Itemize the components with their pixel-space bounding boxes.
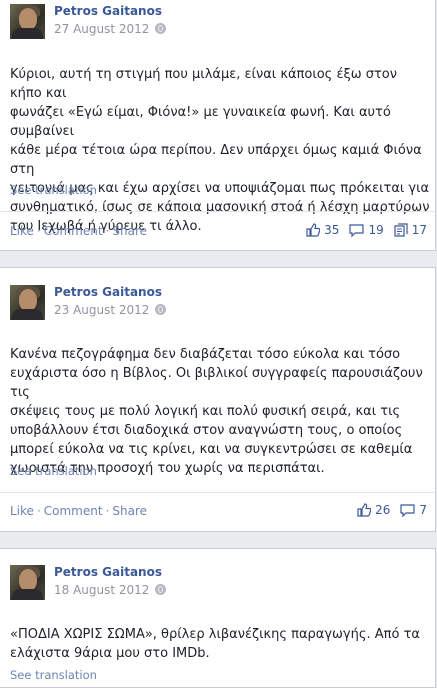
see-translation-link[interactable]: See translation: [10, 464, 97, 478]
divider: [0, 492, 436, 493]
share-icon: [394, 223, 408, 237]
divider: [0, 211, 436, 212]
share-count-value: 17: [411, 223, 427, 237]
comment-link[interactable]: Comment: [44, 504, 103, 518]
post-body-line: ευχάριστα όσο η Βίβλος. Οι βιβλικοί συγγ…: [10, 366, 423, 400]
post-body-line: Κανένα πεζογράφημα δεν διαβάζεται τόσο ε…: [10, 347, 401, 362]
post-actions: Like · Comment · Share: [10, 504, 148, 518]
author-name[interactable]: Petros Gaitanos: [54, 565, 162, 579]
see-translation-link[interactable]: See translation: [10, 668, 97, 682]
like-count-value: 35: [324, 223, 340, 237]
post-date-text[interactable]: 18 August 2012: [54, 583, 149, 597]
post-body-line: συνθηματικό, ίσως σε κάποια μασονική στο…: [10, 200, 430, 215]
comment-bubble-icon: [349, 223, 365, 237]
post-body-line: «ΠΟΔΙΑ ΧΩΡΙΣ ΣΩΜΑ», θρίλερ λιβανέζικης π…: [10, 627, 420, 642]
globe-icon[interactable]: [155, 304, 167, 315]
post-date[interactable]: 27 August 2012: [54, 22, 167, 36]
thumbs-up-icon: [357, 503, 372, 517]
comment-count-value: 19: [368, 223, 384, 237]
share-count[interactable]: 17: [394, 223, 427, 237]
post-card: Petros Gaitanos 23 August 2012 Κανένα πε…: [0, 267, 436, 532]
post-body-line: φωνάζει «Εγώ είμαι, Φιόνα!» με γυναικεία…: [10, 105, 391, 139]
post-actions: Like · Comment · Share: [10, 224, 148, 238]
post-card: Petros Gaitanos 27 August 2012 Κύριοι, α…: [0, 0, 436, 251]
post-body-line: σκέψεις τους με πολύ λογική και πολύ φυσ…: [10, 404, 401, 419]
author-name[interactable]: Petros Gaitanos: [54, 4, 162, 18]
post-stats: 26 7: [347, 503, 427, 517]
post-stats: 35 19 17: [296, 223, 427, 237]
post-date[interactable]: 23 August 2012: [54, 303, 167, 317]
like-count[interactable]: 35: [306, 223, 339, 237]
post-body-line: κάθε μέρα τέτοια ώρα περίπου. Δεν υπάρχε…: [10, 143, 422, 177]
thumbs-up-icon: [306, 223, 321, 237]
post-body: Κανένα πεζογράφημα δεν διαβάζεται τόσο ε…: [10, 345, 430, 478]
comment-link[interactable]: Comment: [44, 224, 103, 238]
post-body-line: μπορεί εύκολα να τις κρίνει, και να συγκ…: [10, 442, 413, 457]
see-translation-link[interactable]: See translation: [10, 183, 97, 197]
globe-icon[interactable]: [155, 23, 167, 34]
comment-count[interactable]: 19: [349, 223, 384, 237]
post-body-line: Κύριοι, αυτή τη στιγμή που μιλάμε, είναι…: [10, 67, 398, 101]
post-body-line: υποβάλλουν έτσι διαδοχικά στον αναγνώστη…: [10, 423, 403, 438]
post-date-text[interactable]: 23 August 2012: [54, 303, 149, 317]
like-link[interactable]: Like: [10, 504, 34, 518]
like-count-value: 26: [375, 503, 391, 517]
post-body: «ΠΟΔΙΑ ΧΩΡΙΣ ΣΩΜΑ», θρίλερ λιβανέζικης π…: [10, 625, 430, 663]
post-date-text[interactable]: 27 August 2012: [54, 22, 149, 36]
avatar[interactable]: [10, 285, 45, 320]
share-link[interactable]: Share: [112, 224, 147, 238]
like-count[interactable]: 26: [357, 503, 390, 517]
avatar[interactable]: [10, 565, 45, 600]
share-link[interactable]: Share: [112, 504, 147, 518]
post-date[interactable]: 18 August 2012: [54, 583, 167, 597]
post-card: Petros Gaitanos 18 August 2012 «ΠΟΔΙΑ ΧΩ…: [0, 548, 436, 688]
globe-icon[interactable]: [155, 584, 167, 595]
comment-count-value: 7: [419, 503, 427, 517]
post-body-line: ελάχιστα 9άρια μου στο IMDb.: [10, 646, 210, 661]
author-name[interactable]: Petros Gaitanos: [54, 285, 162, 299]
comment-bubble-icon: [400, 503, 415, 517]
comment-count[interactable]: 7: [400, 503, 427, 517]
like-link[interactable]: Like: [10, 224, 34, 238]
avatar[interactable]: [10, 4, 45, 39]
